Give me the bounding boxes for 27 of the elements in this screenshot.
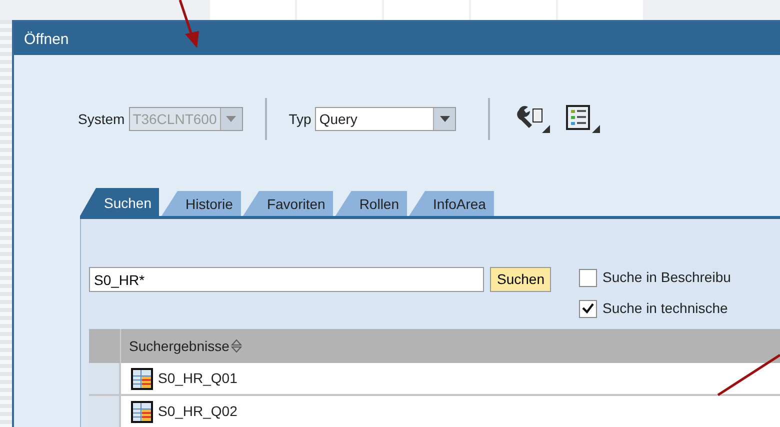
checkbox[interactable] [579,268,598,286]
result-name[interactable]: S0_HR_Q01 [158,368,238,389]
tab[interactable]: Suchen [80,188,160,216]
list-icon[interactable] [566,105,600,133]
sort-icon[interactable] [231,339,242,353]
checkbox[interactable] [579,300,598,318]
tab[interactable]: InfoArea [409,191,494,216]
tab[interactable]: Historie [161,191,241,216]
type-label: Typ [288,110,312,129]
table-icon [131,368,153,390]
table-icon [131,400,153,422]
checkbox-label: Suche in Beschreibu [602,268,731,287]
column-header[interactable]: Suchergebnisse [121,329,250,363]
caret-icon [440,116,450,122]
caret-icon [226,116,236,122]
type-dropdown[interactable]: Query [315,107,456,131]
tab[interactable]: Rollen [335,191,408,216]
checkbox-label: Suche in technische [602,299,728,318]
search-button[interactable]: Suchen [490,267,552,292]
search-field[interactable]: S0_HR* [89,267,484,292]
system-label: System [78,110,125,129]
window-title: Öffnen [14,22,780,55]
tab[interactable]: Favoriten [242,191,334,216]
wrench-icon[interactable] [516,105,550,133]
annotation-arrow [178,0,199,48]
result-name[interactable]: S0_HR_Q02 [158,401,238,422]
annotation-line [717,354,780,396]
